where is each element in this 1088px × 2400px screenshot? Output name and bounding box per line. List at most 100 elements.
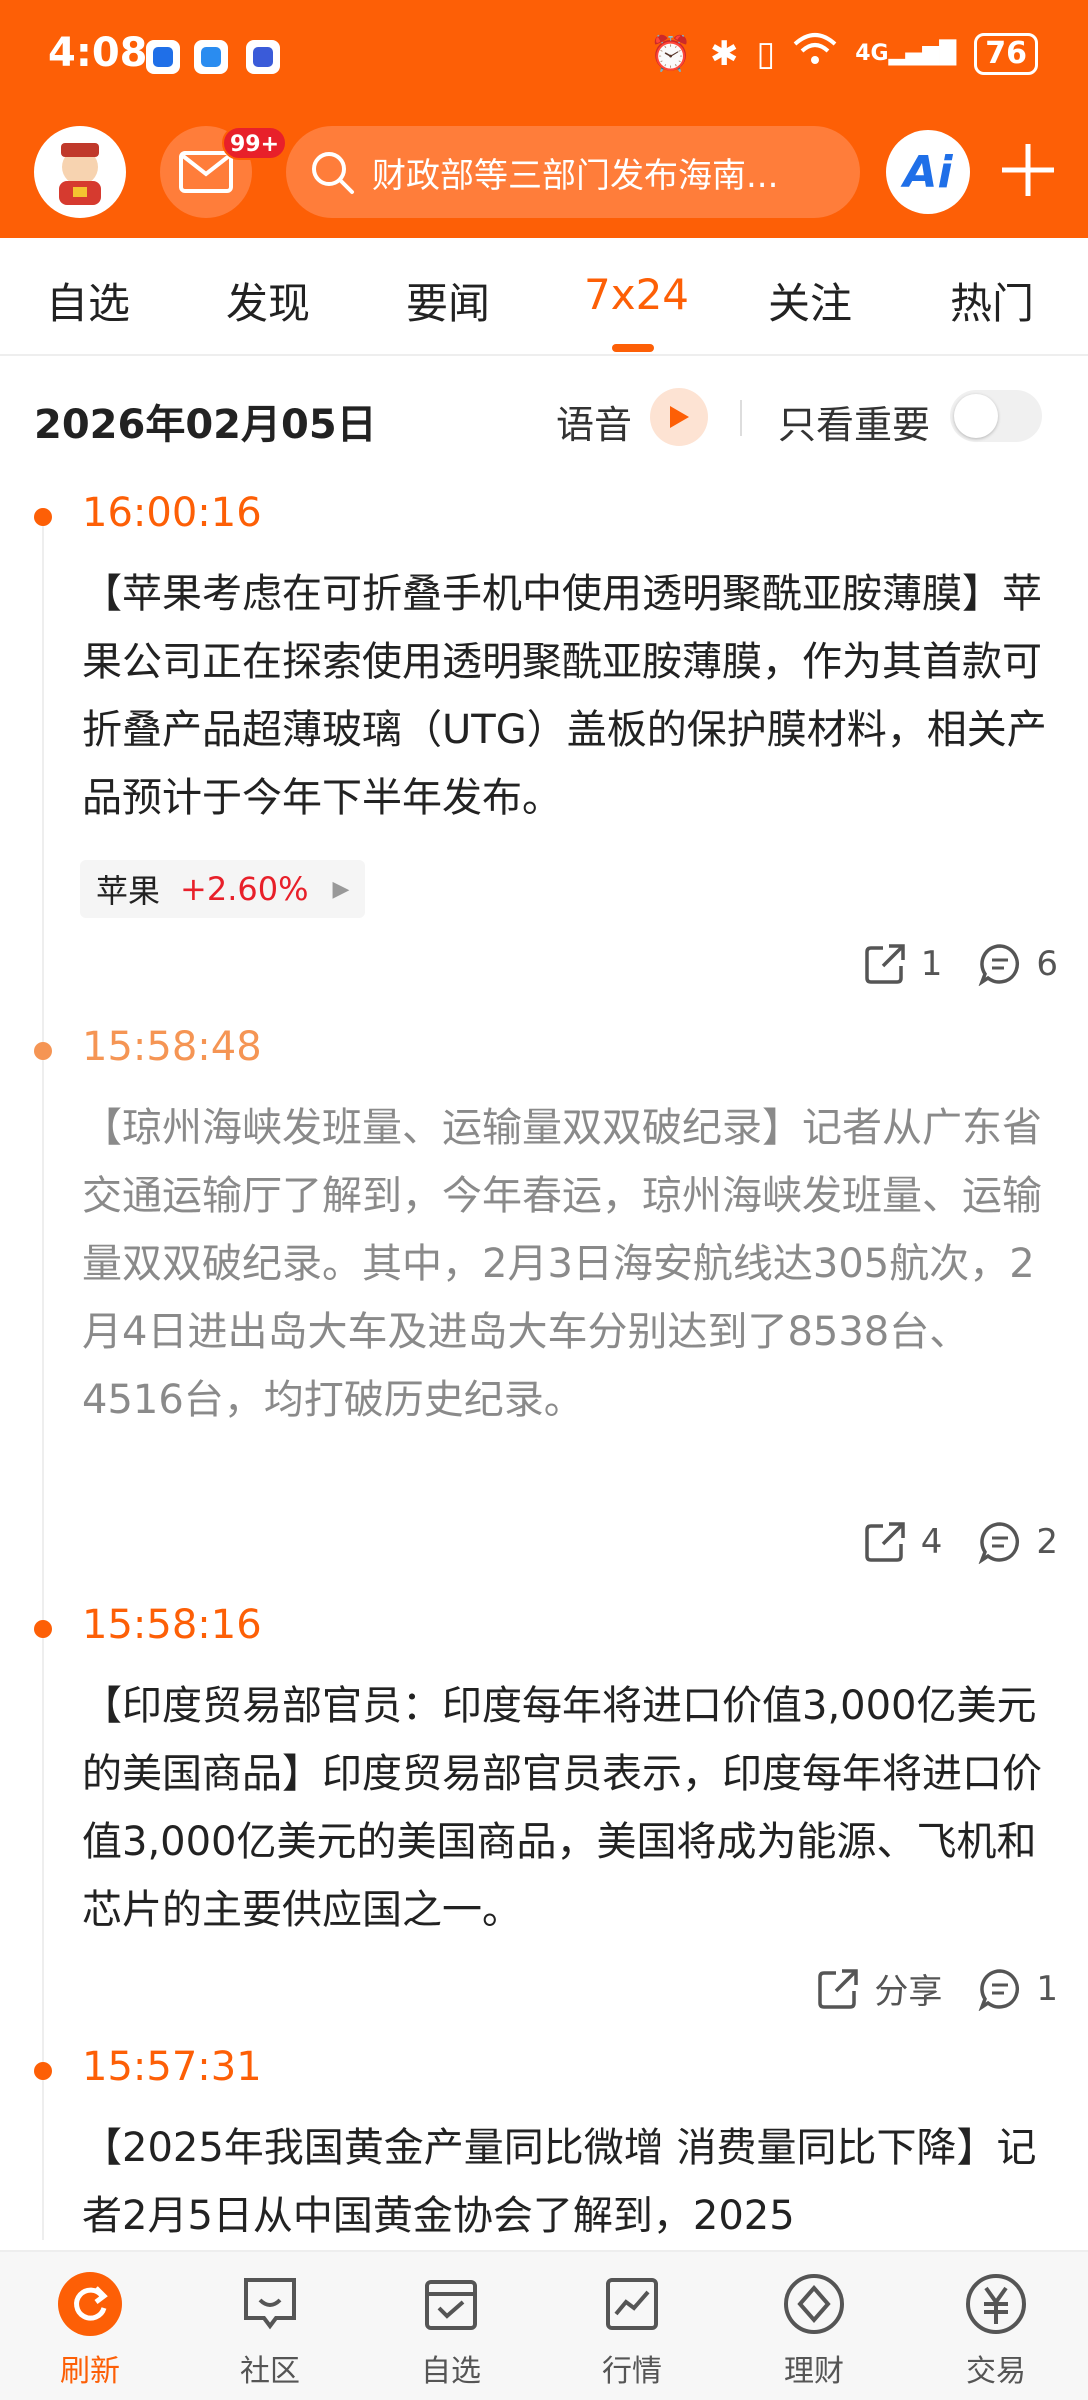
nav-label: 刷新 [60, 2354, 120, 2389]
nav-community[interactable]: 社区 [200, 2272, 340, 2390]
tab-hot[interactable]: 热门 [950, 270, 1034, 331]
comment-count: 1 [1036, 1968, 1058, 2009]
news-text: 【苹果考虑在可折叠手机中使用透明聚酰亚胺薄膜】苹果公司正在探索使用透明聚酰亚胺薄… [82, 571, 1047, 821]
comment-count: 2 [1036, 1522, 1058, 1562]
nav-label: 交易 [966, 2354, 1026, 2389]
toggle-knob [954, 394, 998, 438]
share-icon [818, 1968, 859, 2009]
app-notification-icon [246, 40, 280, 74]
plus-icon[interactable] [998, 140, 1058, 200]
nav-label: 理财 [784, 2354, 844, 2389]
news-item[interactable]: 15:58:48 【琼州海峡发班量、运输量双双破纪录】记者从广东省交通运输厅了解… [0, 1010, 1088, 1590]
tab-discover[interactable]: 发现 [226, 270, 310, 331]
mail-icon [179, 151, 233, 193]
search-icon [312, 152, 354, 194]
fortune-god-icon [59, 143, 101, 205]
news-actions: 1 6 [863, 942, 1058, 986]
stock-change: +2.60% [180, 870, 309, 908]
comment-icon [978, 944, 1020, 986]
nav-trade[interactable]: 交易 [926, 2272, 1066, 2390]
comment-button[interactable]: 1 [978, 1967, 1058, 2011]
related-stock-chip[interactable]: 苹果 +2.60% ▶ [80, 860, 366, 918]
news-text: 【2025年我国黄金产量同比微增 消费量同比下降】记者2月5日从中国黄金协会了解… [82, 2125, 1037, 2239]
tab-following[interactable]: 关注 [768, 270, 852, 331]
share-count: 1 [920, 944, 943, 984]
search-input[interactable]: 财政部等三部门发布海南... [286, 126, 860, 218]
comment-button[interactable]: 2 [978, 1520, 1058, 1564]
message-badge: 99+ [222, 126, 288, 160]
community-icon [244, 2278, 296, 2330]
news-time: 15:57:31 [82, 2044, 262, 2090]
share-button[interactable]: 分享 [816, 1964, 942, 2013]
stock-name: 苹果 [96, 872, 161, 910]
share-icon [864, 1522, 905, 1562]
date-bar: 2026年02月05日 语音 只看重要 [0, 356, 1088, 476]
important-only-label: 只看重要 [778, 403, 931, 447]
news-actions: 4 2 [863, 1520, 1058, 1564]
refresh-icon [58, 2272, 122, 2336]
ai-assistant-button[interactable]: Ai [886, 130, 970, 214]
status-bar: 4:08 ⏰ ✱ ▯ 4G▂▄▆█ 76 [0, 0, 1088, 112]
market-icon [606, 2278, 658, 2330]
divider [740, 400, 742, 436]
status-time: 4:08 [48, 30, 148, 76]
nav-label: 行情 [602, 2354, 662, 2389]
share-button[interactable]: 4 [863, 1520, 943, 1564]
share-button[interactable]: 1 [863, 942, 943, 986]
channel-tabs: 自选 发现 要闻 7x24 关注 热门 [0, 238, 1088, 356]
vibrate-icon: ▯ [756, 33, 776, 74]
battery-indicator: 76 [974, 32, 1038, 75]
timeline-dot [34, 1620, 52, 1638]
comment-icon [978, 1968, 1020, 2011]
tab-headlines[interactable]: 要闻 [406, 270, 490, 331]
share-count: 4 [920, 1522, 943, 1562]
feed-date: 2026年02月05日 [34, 402, 377, 448]
comment-button[interactable]: 6 [978, 942, 1058, 986]
nav-label: 自选 [421, 2354, 481, 2389]
active-tab-indicator [612, 344, 654, 352]
share-icon [864, 944, 905, 984]
avatar[interactable] [34, 126, 126, 218]
nav-market[interactable]: 行情 [562, 2272, 702, 2390]
news-item[interactable]: 16:00:16 【苹果考虑在可折叠手机中使用透明聚酰亚胺薄膜】苹果公司正在探索… [0, 476, 1088, 1016]
wealth-icon [784, 2274, 844, 2334]
network-type: 4G [855, 41, 889, 66]
play-icon [670, 406, 689, 428]
voice-label: 语音 [556, 403, 633, 447]
search-placeholder: 财政部等三部门发布海南... [372, 155, 779, 196]
news-text: 【琼州海峡发班量、运输量双双破纪录】记者从广东省交通运输厅了解到，今年春运，琼州… [82, 1105, 1042, 1423]
wifi-icon [793, 32, 837, 75]
news-item[interactable]: 15:57:31 【2025年我国黄金产量同比微增 消费量同比下降】记者2月5日… [0, 2030, 1088, 2250]
top-bar: 99+ 财政部等三部门发布海南... Ai [0, 122, 1088, 222]
share-label: 分享 [874, 1972, 943, 2012]
bluetooth-icon: ✱ [709, 33, 739, 74]
voice-play-button[interactable] [650, 388, 708, 446]
watchlist-icon [425, 2280, 477, 2330]
nav-refresh[interactable]: 刷新 [20, 2272, 160, 2390]
news-text: 【印度贸易部官员：印度每年将进口价值3,000亿美元的美国商品】印度贸易部官员表… [82, 1683, 1042, 1933]
shield-app-icon [146, 40, 180, 74]
bottom-nav: 刷新 社区 自选 行情 理财 交易 [0, 2250, 1088, 2400]
news-time: 15:58:48 [82, 1024, 262, 1070]
comment-icon [978, 1522, 1020, 1564]
important-only-toggle[interactable] [950, 390, 1042, 442]
status-indicators: ⏰ ✱ ▯ 4G▂▄▆█ 76 [650, 32, 1038, 75]
news-actions: 分享 1 [816, 1964, 1058, 2013]
tab-7x24[interactable]: 7x24 [584, 270, 689, 319]
alarm-icon: ⏰ [649, 33, 692, 74]
news-time: 16:00:16 [82, 490, 262, 536]
timeline-dot [34, 1042, 52, 1060]
cellular-icon: 4G▂▄▆█ [855, 41, 957, 66]
app-header: 4:08 ⏰ ✱ ▯ 4G▂▄▆█ 76 99+ 财政部等三部门发布海南... … [0, 0, 1088, 238]
tab-watchlist[interactable]: 自选 [46, 270, 130, 331]
chevron-right-icon: ▶ [332, 876, 350, 902]
news-time: 15:58:16 [82, 1602, 262, 1648]
timeline-dot [34, 2062, 52, 2080]
nav-label: 社区 [240, 2354, 300, 2389]
nav-wealth[interactable]: 理财 [744, 2272, 884, 2390]
trade-icon [966, 2274, 1026, 2334]
timeline-dot [34, 508, 52, 526]
nav-watchlist[interactable]: 自选 [381, 2272, 521, 2390]
news-item[interactable]: 15:58:16 【印度贸易部官员：印度每年将进口价值3,000亿美元的美国商品… [0, 1588, 1088, 2028]
comment-count: 6 [1036, 944, 1058, 984]
